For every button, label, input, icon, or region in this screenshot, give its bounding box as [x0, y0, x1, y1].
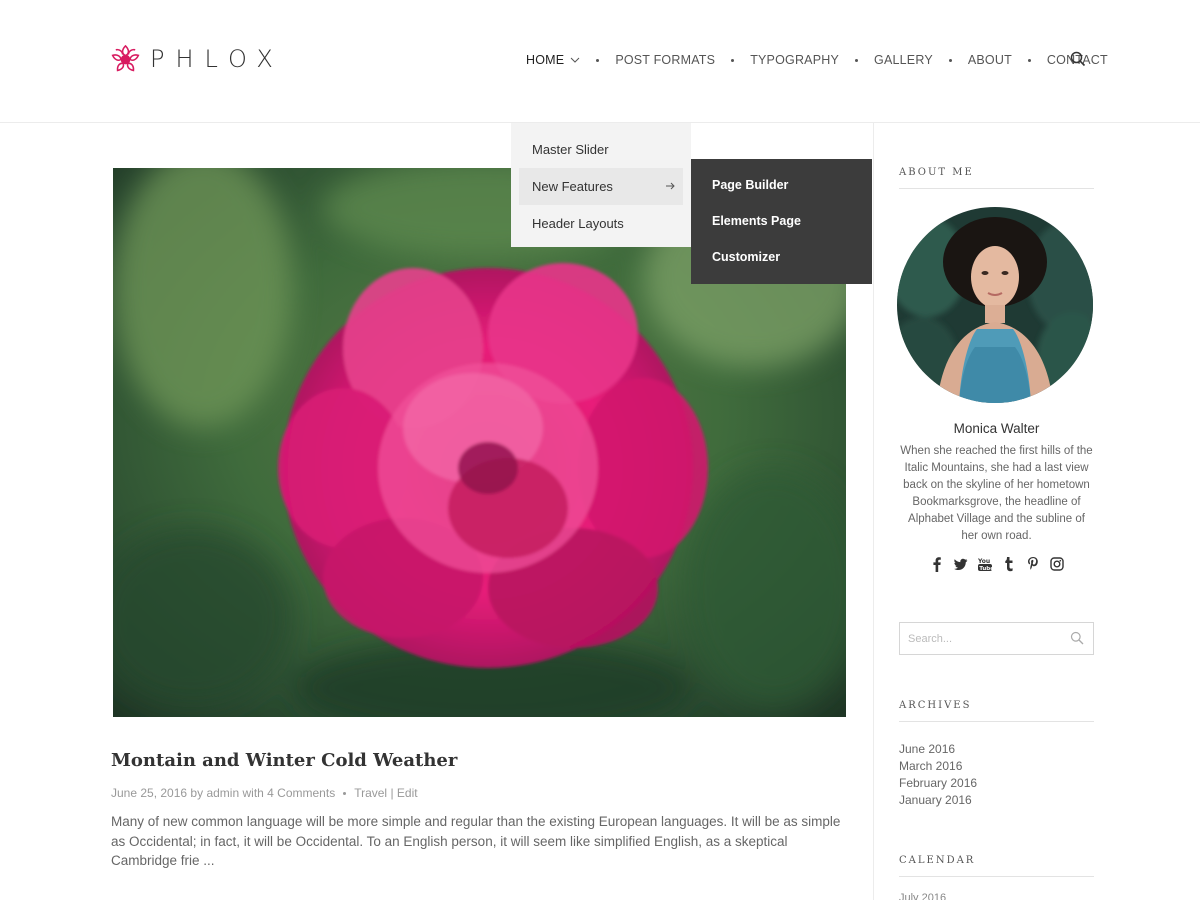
brand-name: PHLOX — [150, 45, 284, 73]
dropdown-label: Header Layouts — [532, 216, 624, 231]
calendar-month: July 2016 — [899, 892, 947, 900]
post-title[interactable]: Montain and Winter Cold Weather — [111, 750, 457, 771]
lotus-logo-icon — [111, 44, 140, 72]
post-edit-link[interactable]: Edit — [397, 786, 418, 800]
search-icon[interactable] — [1070, 51, 1086, 67]
chevron-down-icon — [570, 57, 580, 63]
site-header: PHLOX HOME POST FORMATS TYPOGRAPHY GALLE… — [0, 0, 1200, 123]
calendar-widget-title: CALENDAR — [899, 855, 976, 866]
instagram-icon[interactable] — [1050, 556, 1064, 572]
about-widget-title: ABOUT ME — [899, 167, 974, 178]
archives-widget-title: ARCHIVES — [899, 700, 972, 711]
new-features-submenu: Page Builder Elements Page Customizer — [691, 159, 872, 284]
widget-divider — [899, 876, 1094, 877]
dropdown-item-master-slider[interactable]: Master Slider — [519, 131, 683, 168]
youtube-icon[interactable]: YouTube — [978, 556, 992, 572]
post-meta: June 25, 2016 by admin with 4 Comments T… — [111, 786, 418, 800]
author-avatar — [897, 207, 1093, 403]
meta-separator — [343, 791, 347, 795]
archive-item[interactable]: June 2016 — [899, 741, 977, 758]
submenu-item-page-builder[interactable]: Page Builder — [691, 167, 872, 203]
nav-item-about[interactable]: ABOUT — [968, 52, 1012, 68]
archive-item[interactable]: February 2016 — [899, 775, 977, 792]
submenu-item-elements-page[interactable]: Elements Page — [691, 203, 872, 239]
tumblr-icon[interactable] — [1002, 556, 1016, 572]
nav-label: HOME — [526, 53, 565, 67]
post-excerpt: Many of new common language will be more… — [111, 814, 841, 868]
svg-text:You: You — [978, 558, 990, 565]
home-dropdown-menu: Master Slider New Features Header Layout… — [511, 123, 691, 247]
widget-divider — [899, 721, 1094, 722]
dropdown-item-header-layouts[interactable]: Header Layouts — [519, 205, 683, 242]
post-author[interactable]: admin — [206, 786, 239, 800]
meta-by-text: by — [190, 786, 204, 800]
author-bio: When she reached the first hills of the … — [900, 445, 1093, 542]
archive-item[interactable]: March 2016 — [899, 758, 977, 775]
archive-item[interactable]: January 2016 — [899, 792, 977, 809]
search-icon[interactable] — [1070, 631, 1084, 645]
post-date[interactable]: June 25, 2016 — [111, 786, 187, 800]
site-logo[interactable]: PHLOX — [110, 44, 284, 75]
nav-separator — [855, 58, 859, 62]
nav-item-gallery[interactable]: GALLERY — [874, 52, 933, 68]
nav-separator — [731, 58, 735, 62]
nav-label: GALLERY — [874, 53, 933, 67]
nav-label: ABOUT — [967, 53, 1012, 67]
nav-separator — [948, 58, 952, 62]
sidebar-search — [899, 622, 1094, 655]
nav-label: TYPOGRAPHY — [750, 53, 840, 67]
nav-separator — [596, 58, 600, 62]
author-name: Monica Walter — [953, 421, 1040, 436]
dropdown-item-new-features[interactable]: New Features — [519, 168, 683, 205]
social-links: YouTube — [930, 556, 1064, 572]
arrow-right-icon — [666, 182, 675, 190]
nav-separator — [1027, 58, 1031, 62]
search-input[interactable] — [900, 623, 1060, 654]
dropdown-label: Master Slider — [532, 142, 609, 157]
dropdown-label: New Features — [532, 179, 613, 194]
svg-text:Tube: Tube — [979, 566, 992, 572]
widget-divider — [899, 188, 1094, 189]
post-category[interactable]: Travel — [354, 786, 387, 800]
post-comments[interactable]: 4 Comments — [267, 786, 335, 800]
twitter-icon[interactable] — [954, 556, 968, 572]
nav-item-typography[interactable]: TYPOGRAPHY — [750, 52, 839, 68]
pinterest-icon[interactable] — [1026, 556, 1040, 572]
woman-portrait-image — [897, 207, 1093, 403]
sidebar-divider — [873, 123, 874, 900]
archives-list: June 2016 March 2016 February 2016 Janua… — [899, 741, 977, 809]
main-nav: HOME POST FORMATS TYPOGRAPHY GALLERY ABO… — [526, 52, 1108, 68]
meta-pipe: | — [390, 786, 394, 800]
meta-with-text: with — [242, 786, 264, 800]
nav-item-post-formats[interactable]: POST FORMATS — [615, 52, 715, 68]
nav-label: POST FORMATS — [615, 53, 716, 67]
submenu-item-customizer[interactable]: Customizer — [691, 239, 872, 275]
nav-item-home[interactable]: HOME — [526, 52, 580, 68]
facebook-icon[interactable] — [930, 556, 944, 572]
